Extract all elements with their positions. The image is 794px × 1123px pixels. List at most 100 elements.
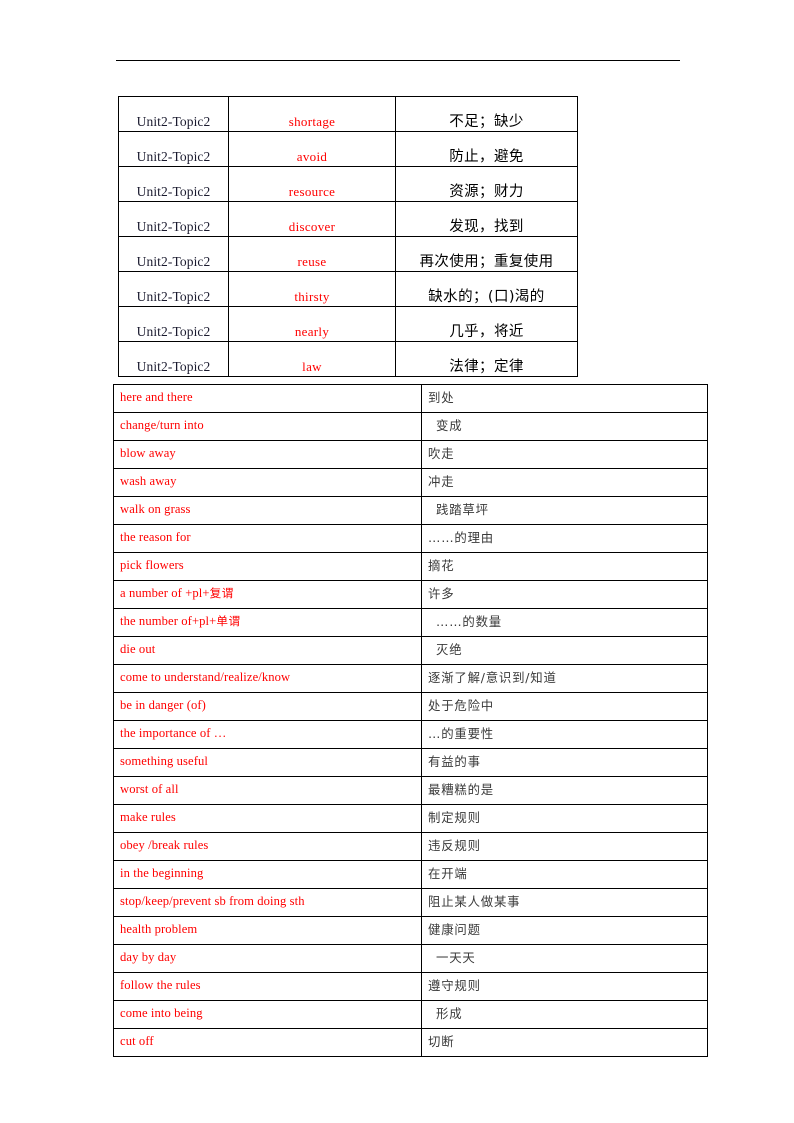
phrase-cell: wash away [113,468,422,497]
phrase-cell: the number of+pl+单谓 [113,608,422,637]
meaning-cell: 不足；缺少 [395,96,578,132]
table-row: be in danger (of) 处于危险中 [113,692,708,721]
phrase-cell: health problem [113,916,422,945]
table-row: Unit2-Topic2 nearly 几乎，将近 [118,306,578,342]
phrase-cell: the reason for [113,524,422,553]
english-word: law [302,359,322,375]
phrase-cell: walk on grass [113,496,422,525]
meaning-cell: 防止，避免 [395,131,578,167]
table-row: day by day 一天天 [113,944,708,973]
unit-cell: Unit2-Topic2 [118,166,229,202]
phrase-meaning-cell: 阻止某人做某事 [421,888,708,917]
phrase-meaning-cell: 变成 [421,412,708,441]
word-cell: resource [228,166,396,202]
unit-label: Unit2-Topic2 [136,254,211,270]
meaning-cell: 发现，找到 [395,201,578,237]
meaning-cell: 几乎，将近 [395,306,578,342]
table-row: the importance of … …的重要性 [113,720,708,749]
phrase-cell: a number of +pl+复谓 [113,580,422,609]
english-word: shortage [288,114,336,130]
phrase-meaning-cell: ……的理由 [421,524,708,553]
table-row: Unit2-Topic2 avoid 防止，避免 [118,131,578,167]
unit-cell: Unit2-Topic2 [118,306,229,342]
unit-label: Unit2-Topic2 [136,219,211,235]
meaning-cell: 缺水的；(口)渴的 [395,271,578,307]
phrase-meaning-cell: 最糟糕的是 [421,776,708,805]
phrase-meaning-cell: 违反规则 [421,832,708,861]
chinese-meaning: 发现，找到 [449,219,524,236]
phrase-meaning-cell: 处于危险中 [421,692,708,721]
vocabulary-table-body: Unit2-Topic2 shortage 不足；缺少 Unit2-Topic2 avo… [118,96,578,377]
unit-cell: Unit2-Topic2 [118,131,229,167]
phrase-cell: obey /break rules [113,832,422,861]
meaning-cell: 资源；财力 [395,166,578,202]
phrase-cell: make rules [113,804,422,833]
english-word: reuse [297,254,327,270]
table-row: stop/keep/prevent sb from doing sth 阻止某人做… [113,888,708,917]
phrase-meaning-cell: 遵守规则 [421,972,708,1001]
table-row: change/turn into 变成 [113,412,708,441]
meaning-cell: 法律；定律 [395,341,578,377]
table-row: follow the rules 遵守规则 [113,972,708,1001]
table-row: a number of +pl+复谓 许多 [113,580,708,609]
phrase-meaning-cell: 吹走 [421,440,708,469]
word-cell: thirsty [228,271,396,307]
phrase-cell: come into being [113,1000,422,1029]
table-row: blow away 吹走 [113,440,708,469]
english-word: thirsty [294,289,330,305]
phrase-cjk-suffix: 单谓 [216,614,241,629]
table-row: the number of+pl+单谓 ……的数量 [113,608,708,637]
phrase-cell: here and there [113,384,422,413]
table-row: in the beginning 在开端 [113,860,708,889]
phrase-meaning-cell: 健康问题 [421,916,708,945]
phrase-cell: stop/keep/prevent sb from doing sth [113,888,422,917]
meaning-cell: 再次使用；重复使用 [395,236,578,272]
phrase-cell: change/turn into [113,412,422,441]
table-row: Unit2-Topic2 law 法律；定律 [118,341,578,377]
table-row: Unit2-Topic2 discover 发现，找到 [118,201,578,237]
chinese-meaning: 不足；缺少 [449,114,524,131]
unit-cell: Unit2-Topic2 [118,96,229,132]
table-row: the reason for ……的理由 [113,524,708,553]
unit-label: Unit2-Topic2 [136,184,211,200]
table-row: Unit2-Topic2 reuse 再次使用；重复使用 [118,236,578,272]
word-cell: shortage [228,96,396,132]
table-row: something useful 有益的事 [113,748,708,777]
unit-label: Unit2-Topic2 [136,289,211,305]
english-word: discover [288,219,336,235]
table-row: pick flowers 摘花 [113,552,708,581]
table-row: come into being 形成 [113,1000,708,1029]
chinese-meaning: 防止，避免 [449,149,524,166]
phrase-meaning-cell: 切断 [421,1028,708,1057]
phrase-cell: be in danger (of) [113,692,422,721]
page-header-rule [116,60,680,61]
phrase-table: here and there 到处 change/turn into 变成 blow a… [113,384,708,1057]
unit-cell: Unit2-Topic2 [118,341,229,377]
phrase-meaning-cell: 在开端 [421,860,708,889]
phrase-cell: the importance of … [113,720,422,749]
phrase-cjk-suffix: 复谓 [209,586,234,601]
phrase-cell: come to understand/realize/know [113,664,422,693]
phrase-cell: die out [113,636,422,665]
phrase-cell: blow away [113,440,422,469]
phrase-cell: worst of all [113,776,422,805]
table-row: health problem 健康问题 [113,916,708,945]
english-word: nearly [294,324,330,340]
phrase-table-body: here and there 到处 change/turn into 变成 blow a… [113,384,708,1057]
phrase-meaning-cell: 一天天 [421,944,708,973]
word-cell: reuse [228,236,396,272]
phrase-meaning-cell: 灭绝 [421,636,708,665]
english-word: resource [288,184,336,200]
unit-label: Unit2-Topic2 [136,114,211,130]
english-word: avoid [296,149,328,165]
chinese-meaning: 资源；财力 [449,184,524,201]
unit-cell: Unit2-Topic2 [118,271,229,307]
table-row: wash away 冲走 [113,468,708,497]
phrase-meaning-cell: ……的数量 [421,608,708,637]
table-row: obey /break rules 违反规则 [113,832,708,861]
phrase-meaning-cell: 践踏草坪 [421,496,708,525]
phrase-meaning-cell: 冲走 [421,468,708,497]
phrase-meaning-cell: 有益的事 [421,748,708,777]
table-row: cut off 切断 [113,1028,708,1057]
table-row: here and there 到处 [113,384,708,413]
